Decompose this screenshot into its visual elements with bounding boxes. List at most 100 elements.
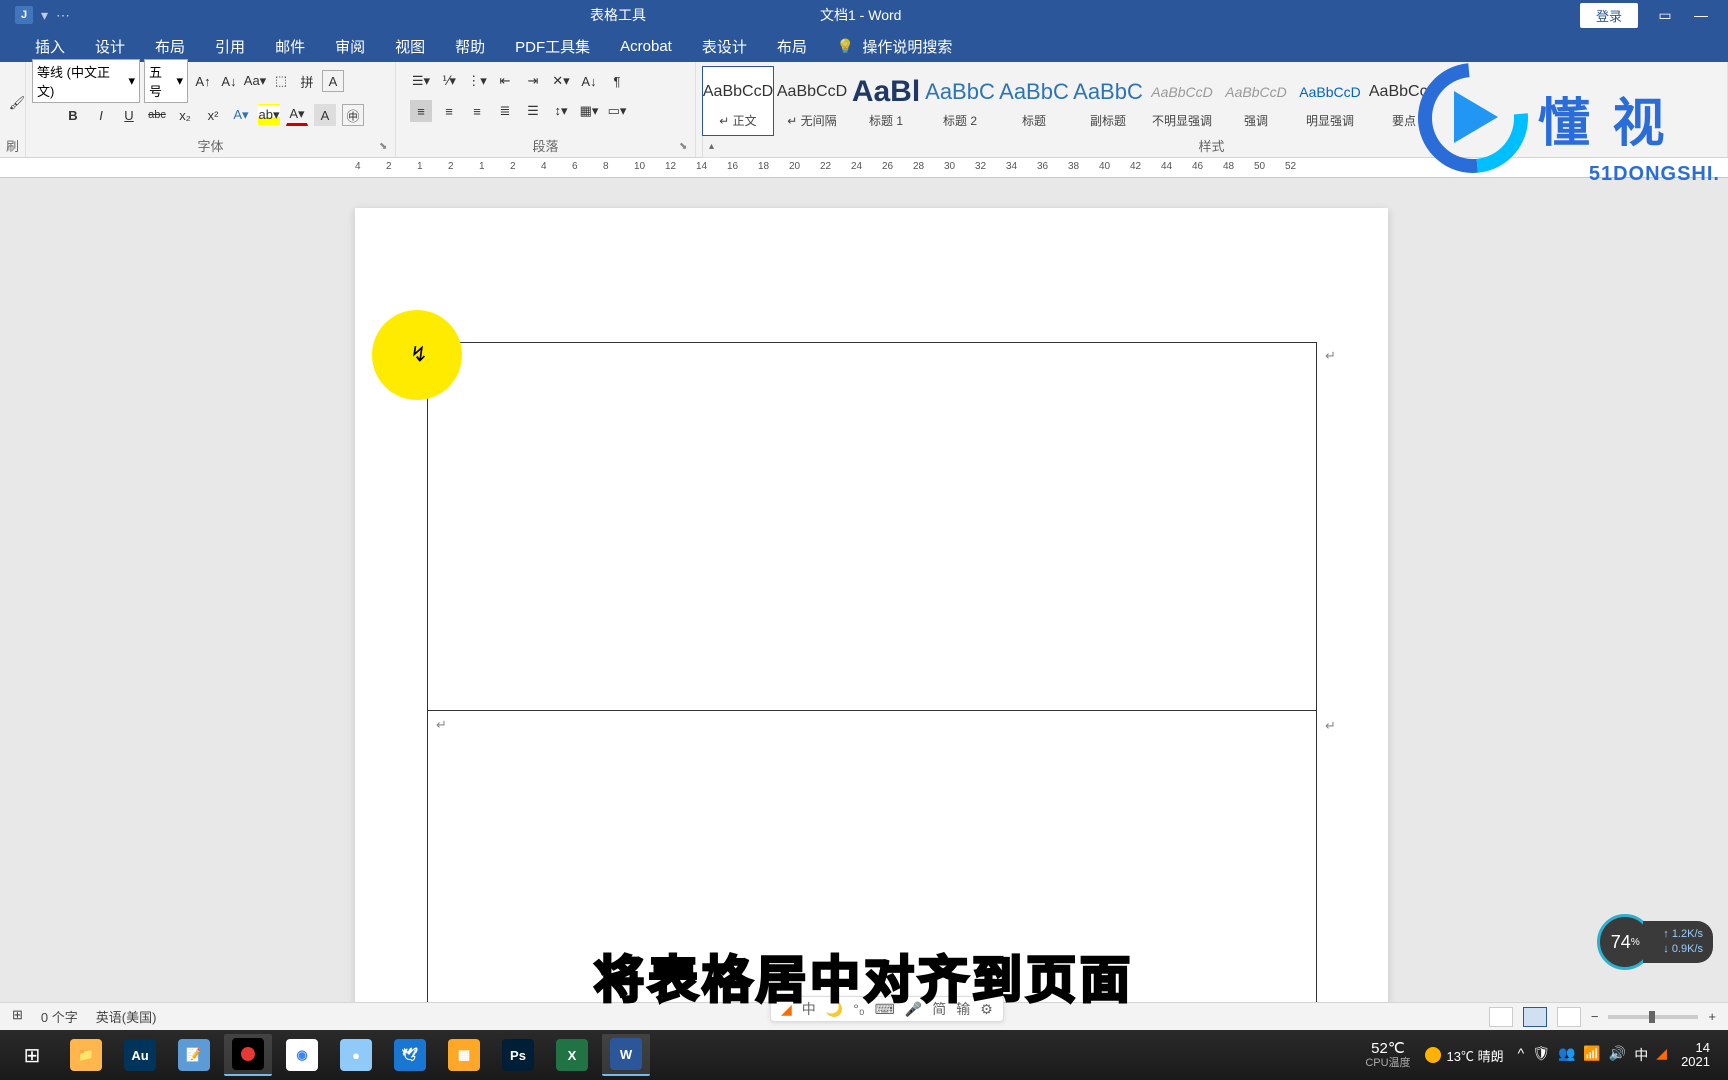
tab-help[interactable]: 帮助 <box>440 29 500 64</box>
taskbar-notepad[interactable]: 📝 <box>170 1034 218 1076</box>
view-print-layout[interactable] <box>1523 1007 1547 1027</box>
qat-more-icon[interactable]: ⋯ <box>56 7 70 24</box>
zoom-slider[interactable] <box>1608 1015 1698 1019</box>
style-item[interactable]: AaBbC标题 2 <box>924 66 996 136</box>
zoom-out-button[interactable]: − <box>1591 1009 1599 1024</box>
format-painter-button[interactable]: 🖌 <box>6 92 28 114</box>
minimize-icon[interactable]: — <box>1692 6 1710 24</box>
tray-up-icon[interactable]: ^ <box>1518 1045 1525 1065</box>
taskbar-explorer[interactable]: 📁 <box>62 1034 110 1076</box>
shading-button[interactable]: ▦▾ <box>578 100 600 122</box>
tab-pdf[interactable]: PDF工具集 <box>500 29 605 64</box>
style-item[interactable]: AaBbC副标题 <box>1072 66 1144 136</box>
bullets-button[interactable]: ☰▾ <box>410 70 432 92</box>
style-item[interactable]: AaBbCcD↵ 正文 <box>702 66 774 136</box>
font-color-button[interactable]: A▾ <box>286 104 308 126</box>
align-right-button[interactable]: ≡ <box>466 100 488 122</box>
italic-button[interactable]: I <box>90 104 112 126</box>
align-left-button[interactable]: ≡ <box>410 100 432 122</box>
decrease-indent-button[interactable]: ⇤ <box>494 70 516 92</box>
grow-font-button[interactable]: A↑ <box>192 70 214 92</box>
increase-indent-button[interactable]: ⇥ <box>522 70 544 92</box>
tab-view[interactable]: 视图 <box>380 29 440 64</box>
tab-table-design[interactable]: 表设计 <box>687 29 762 64</box>
status-language[interactable]: 英语(美国) <box>96 1007 157 1026</box>
taskbar-word[interactable]: W <box>602 1034 650 1076</box>
multilevel-list-button[interactable]: ⋮▾ <box>466 70 488 92</box>
subscript-button[interactable]: x₂ <box>174 104 196 126</box>
underline-button[interactable]: U <box>118 104 140 126</box>
borders-button[interactable]: ▭▾ <box>606 100 628 122</box>
tray-people-icon[interactable]: 👥 <box>1558 1045 1575 1065</box>
status-word-count[interactable]: 0 个字 <box>41 1007 78 1026</box>
tray-shield-icon[interactable]: 🛡 <box>1532 1045 1550 1065</box>
style-item[interactable]: AaBbCcD↵ 无间隔 <box>776 66 848 136</box>
tab-mailings[interactable]: 邮件 <box>260 29 320 64</box>
status-section-icon[interactable]: ⊞ <box>12 1007 23 1026</box>
strikethrough-button[interactable]: abc <box>146 104 168 126</box>
tab-references[interactable]: 引用 <box>200 29 260 64</box>
character-shading-button[interactable]: A <box>314 104 336 126</box>
bold-button[interactable]: B <box>62 104 84 126</box>
superscript-button[interactable]: x² <box>202 104 224 126</box>
taskbar-recorder[interactable] <box>224 1034 272 1076</box>
taskbar-clock[interactable]: 14 2021 <box>1681 1041 1710 1070</box>
document-area[interactable]: ✥ ↵ ↵ ↵ ↵ <box>0 178 1728 1030</box>
zoom-in-button[interactable]: + <box>1708 1009 1716 1024</box>
tab-review[interactable]: 审阅 <box>320 29 380 64</box>
font-dialog-launcher[interactable]: ⬊ <box>379 141 391 153</box>
table[interactable]: ↵ ↵ <box>427 342 1317 1030</box>
view-read-mode[interactable] <box>1489 1007 1513 1027</box>
start-button[interactable]: ⊞ <box>8 1034 56 1076</box>
group-paragraph: ☰▾ ⅟▾ ⋮▾ ⇤ ⇥ ✕▾ A↓ ¶ ≡ ≡ ≡ ≣ ☰ ↕▾ ▦▾ ▭▾ … <box>396 62 696 157</box>
asian-layout-button[interactable]: ✕▾ <box>550 70 572 92</box>
tray-volume-icon[interactable]: 🔊 <box>1609 1045 1626 1065</box>
align-center-button[interactable]: ≡ <box>438 100 460 122</box>
taskbar-app3[interactable]: ▦ <box>440 1034 488 1076</box>
enclose-characters-button[interactable]: ㊥ <box>342 104 364 126</box>
qat-save-icon[interactable]: ▾ <box>41 7 48 24</box>
login-button[interactable]: 登录 <box>1580 3 1638 28</box>
style-item[interactable]: AaBbC标题 <box>998 66 1070 136</box>
character-border-button[interactable]: A <box>322 70 344 92</box>
taskbar-photoshop[interactable]: Ps <box>494 1034 542 1076</box>
font-size-select[interactable]: 五号▾ <box>144 59 188 103</box>
tab-table-layout[interactable]: 布局 <box>762 29 822 64</box>
numbering-button[interactable]: ⅟▾ <box>438 70 460 92</box>
taskbar-app2[interactable]: 🕊 <box>386 1034 434 1076</box>
sort-button[interactable]: A↓ <box>578 70 600 92</box>
cpu-temp-widget[interactable]: 52℃ CPU温度 <box>1365 1041 1410 1070</box>
tray-ime[interactable]: 中 <box>1634 1045 1648 1065</box>
shrink-font-button[interactable]: A↓ <box>218 70 240 92</box>
show-marks-button[interactable]: ¶ <box>606 70 628 92</box>
change-case-button[interactable]: Aa▾ <box>244 70 266 92</box>
style-item[interactable]: AaBbCcD明显强调 <box>1294 66 1366 136</box>
tab-acrobat[interactable]: Acrobat <box>605 31 687 62</box>
watermark-text: 懂 视 <box>1538 81 1668 156</box>
paragraph-dialog-launcher[interactable]: ⬊ <box>679 141 691 153</box>
style-item[interactable]: AaBbCcD强调 <box>1220 66 1292 136</box>
tray-network-icon[interactable]: 📶 <box>1583 1045 1600 1065</box>
text-effects-button[interactable]: A▾ <box>230 104 252 126</box>
view-web-layout[interactable] <box>1557 1007 1581 1027</box>
font-name-select[interactable]: 等线 (中文正文)▾ <box>32 59 140 103</box>
taskbar-excel[interactable]: X <box>548 1034 596 1076</box>
phonetic-guide-button[interactable]: 拼 <box>296 70 318 92</box>
taskbar-chrome[interactable]: ◉ <box>278 1034 326 1076</box>
style-item[interactable]: AaBl标题 1 <box>850 66 922 136</box>
system-monitor-widget[interactable]: 74% ↑ 1.2K/s ↓ 0.9K/s <box>1597 914 1713 970</box>
tell-me-search[interactable]: 💡 操作说明搜索 <box>837 36 952 57</box>
system-tray[interactable]: ^ 🛡 👥 📶 🔊 中 ◢ <box>1518 1045 1667 1065</box>
taskbar-audition[interactable]: Au <box>116 1034 164 1076</box>
line-spacing-button[interactable]: ↕▾ <box>550 100 572 122</box>
style-item[interactable]: AaBbCcD不明显强调 <box>1146 66 1218 136</box>
ribbon-display-icon[interactable]: ▭ <box>1656 6 1674 24</box>
distributed-button[interactable]: ☰ <box>522 100 544 122</box>
tray-app-icon[interactable]: ◢ <box>1656 1045 1667 1065</box>
weather-widget[interactable]: 13℃ 晴朗 <box>1425 1046 1504 1065</box>
table-cell[interactable]: ↵ <box>428 343 1316 711</box>
highlight-button[interactable]: ab▾ <box>258 104 280 126</box>
clear-formatting-button[interactable]: ⬚ <box>270 70 292 92</box>
taskbar-app1[interactable]: ● <box>332 1034 380 1076</box>
justify-button[interactable]: ≣ <box>494 100 516 122</box>
